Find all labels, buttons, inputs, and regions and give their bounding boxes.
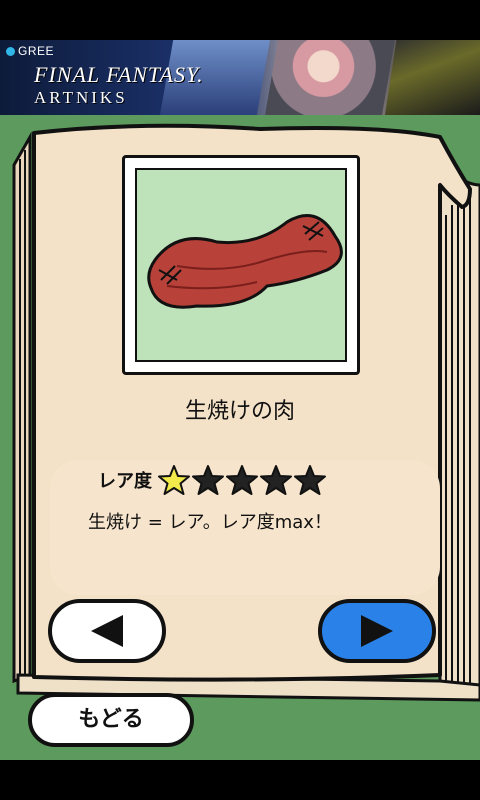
rarity-stars [158, 464, 326, 496]
triangle-left-icon [91, 615, 123, 647]
item-name: 生焼けの肉 [184, 399, 295, 424]
ad-banner[interactable]: GREE FINAL FANTASY. ARTNIKS [0, 40, 480, 115]
item-image-frame [122, 155, 360, 375]
star-empty-icon [226, 465, 258, 495]
banner-logo-subtitle: ARTNIKS [34, 88, 128, 107]
gree-label: GREE [18, 44, 55, 58]
star-empty-icon [192, 465, 224, 495]
banner-art-character-3 [385, 40, 480, 115]
star-filled-icon [158, 465, 190, 495]
next-button[interactable] [318, 599, 436, 663]
star-empty-icon [294, 465, 326, 495]
star-empty-icon [260, 465, 292, 495]
main-area: 生焼けの肉 レア度 生焼け = レア。レア度max！ もどる [0, 115, 480, 760]
banner-logo-title: FINAL FANTASY. [34, 62, 204, 87]
bottom-bar [0, 760, 480, 800]
status-bar [0, 0, 480, 40]
gree-dot-icon [6, 47, 15, 56]
gree-brand: GREE [6, 44, 54, 58]
banner-art-character-2 [265, 40, 395, 115]
raw-meat-illustration [147, 214, 343, 309]
rarity-label: レア度 [98, 471, 152, 492]
item-image [135, 168, 347, 362]
triangle-right-icon [361, 615, 393, 647]
previous-button[interactable] [48, 599, 166, 663]
book: 生焼けの肉 レア度 生焼け = レア。レア度max！ [0, 115, 480, 705]
item-description: 生焼け = レア。レア度max！ [88, 512, 332, 533]
back-button[interactable]: もどる [28, 693, 194, 747]
